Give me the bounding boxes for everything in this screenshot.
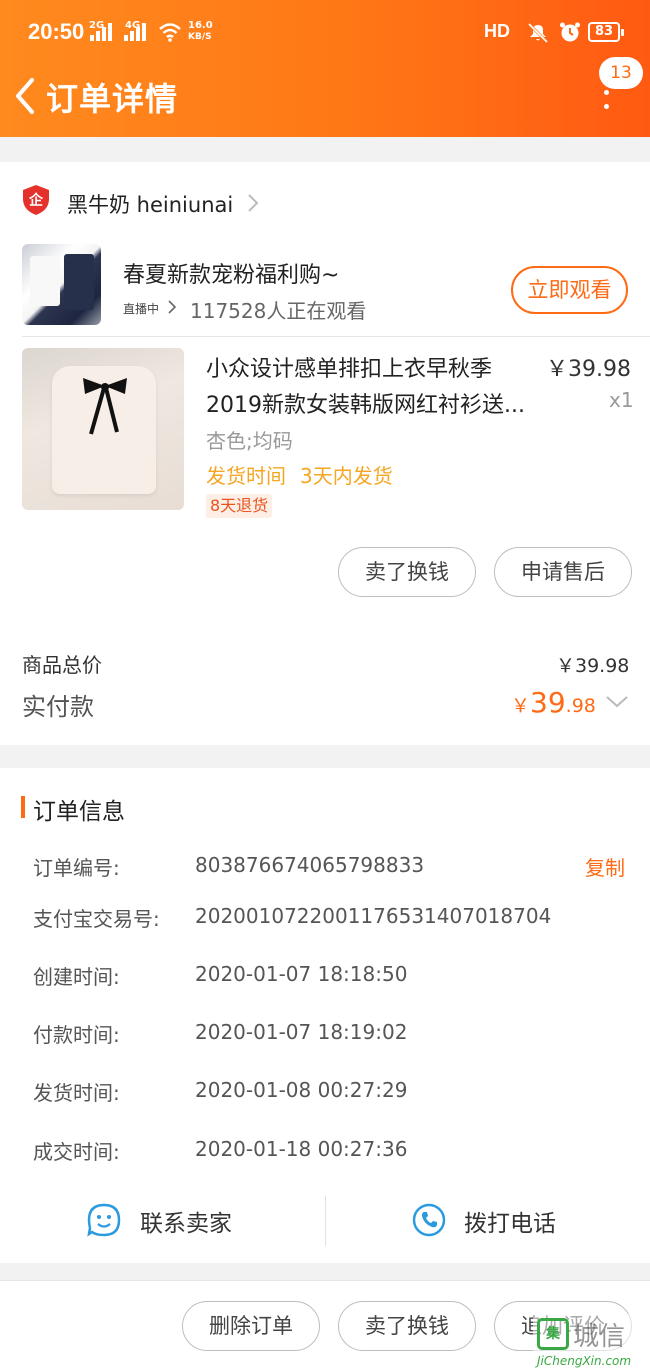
net-speed: 16.0: [188, 20, 213, 31]
watermark: 集 城信 JiChengXin.com: [533, 1314, 650, 1372]
product-image: [22, 348, 184, 510]
status-bar: 20:50 2G 4G 16.0 KB/S HD 83: [0, 0, 650, 64]
order-number-value: 803876674065798833: [195, 853, 425, 877]
ship-time-value: 3天内发货: [300, 464, 393, 488]
paid-decimal: .98: [565, 695, 596, 717]
call-phone-label: 拨打电话: [464, 1211, 556, 1237]
watermark-url: JiChengXin.com: [537, 1354, 632, 1368]
alipay-trade-value: 2020010722001176531407018704: [195, 904, 552, 928]
mute-icon: [527, 22, 549, 44]
watch-now-button[interactable]: 立即观看: [511, 266, 628, 314]
live-thumbnail: [22, 244, 101, 325]
after-sale-button[interactable]: 申请售后: [494, 547, 632, 597]
alipay-trade-label: 支付宝交易号:: [33, 907, 160, 931]
live-title: 春夏新款宠粉福利购~: [123, 263, 340, 288]
phone-icon: [412, 1203, 446, 1237]
delete-order-button[interactable]: 删除订单: [182, 1301, 320, 1351]
watermark-logo-icon: 集: [537, 1318, 569, 1350]
contact-seller-label: 联系卖家: [140, 1211, 232, 1237]
goods-total-label: 商品总价: [22, 653, 102, 677]
message-count-badge[interactable]: 13: [599, 57, 643, 89]
goods-total-value: ￥39.98: [556, 655, 630, 677]
expand-chevron-down-icon[interactable]: [605, 694, 629, 710]
signal-icon-1: [90, 23, 116, 41]
paid-amount: ￥39.98: [511, 686, 596, 719]
return-policy-tag: 8天退货: [206, 494, 273, 518]
watermark-text: 城信: [573, 1322, 626, 1352]
created-time-value: 2020-01-07 18:18:50: [195, 962, 408, 986]
status-time: 20:50: [28, 19, 85, 44]
section-accent-bar: [21, 796, 25, 818]
call-phone-button[interactable]: 拨打电话: [326, 1194, 650, 1246]
order-info-card: 订单信息 订单编号: 803876674065798833 复制 支付宝交易号:…: [0, 768, 650, 1263]
page-title: 订单详情: [46, 80, 179, 118]
product-qty: x1: [609, 388, 634, 412]
deal-time-value: 2020-01-18 00:27:36: [195, 1137, 408, 1161]
paid-time-label: 付款时间:: [33, 1023, 120, 1047]
resell-bottom-button[interactable]: 卖了换钱: [338, 1301, 476, 1351]
product-item[interactable]: 小众设计感单排扣上衣早秋季 2019新款女装韩版网红衬衫送... ￥39.98 …: [0, 337, 650, 518]
live-stream-row[interactable]: 春夏新款宠粉福利购~ 直播中 117528人正在观看 立即观看: [0, 242, 650, 335]
hd-indicator: HD: [484, 21, 510, 41]
chat-bubble-icon: [87, 1203, 121, 1237]
paid-amount-label: 实付款: [22, 693, 94, 721]
shipped-time-value: 2020-01-08 00:27:29: [195, 1078, 408, 1102]
product-sku: 杏色;均码: [206, 429, 293, 453]
product-price: ￥39.98: [546, 357, 631, 382]
alarm-icon: [560, 22, 580, 42]
copy-order-number-button[interactable]: 复制: [585, 852, 625, 881]
paid-currency: ￥: [511, 695, 531, 717]
contact-seller-button[interactable]: 联系卖家: [0, 1194, 325, 1246]
shipped-time-label: 发货时间:: [33, 1081, 120, 1105]
shop-row[interactable]: 企 黑牛奶 heiniunai: [0, 162, 650, 242]
live-status: 直播中: [123, 302, 160, 316]
chevron-right-icon: [248, 194, 259, 212]
battery-indicator: 83: [588, 22, 624, 42]
back-arrow-icon[interactable]: [12, 76, 46, 116]
chevron-right-small-icon: [168, 300, 177, 314]
signal-icon-2: [124, 23, 150, 41]
order-card: 企 黑牛奶 heiniunai 春夏新款宠粉福利购~ 直播中 117528人正在…: [0, 162, 650, 745]
order-number-label: 订单编号:: [33, 856, 120, 880]
ship-time-label: 发货时间: [206, 464, 286, 488]
svg-text:企: 企: [28, 192, 44, 209]
product-title-line1: 小众设计感单排扣上衣早秋季: [206, 357, 493, 382]
enterprise-shop-icon: 企: [23, 185, 49, 215]
order-info-title: 订单信息: [33, 799, 125, 825]
net-speed-unit: KB/S: [188, 32, 212, 42]
resell-button[interactable]: 卖了换钱: [338, 547, 476, 597]
paid-time-value: 2020-01-07 18:19:02: [195, 1020, 408, 1044]
product-title-line2: 2019新款女装韩版网红衬衫送...: [206, 393, 525, 418]
created-time-label: 创建时间:: [33, 965, 120, 989]
paid-integer: 39: [530, 686, 566, 719]
app-header: 20:50 2G 4G 16.0 KB/S HD 83 订单详情 13: [0, 0, 650, 137]
wifi-icon: [159, 23, 181, 42]
shop-name[interactable]: 黑牛奶 heiniunai: [67, 189, 233, 219]
live-viewers: 117528人正在观看: [190, 299, 367, 323]
deal-time-label: 成交时间:: [33, 1140, 120, 1164]
